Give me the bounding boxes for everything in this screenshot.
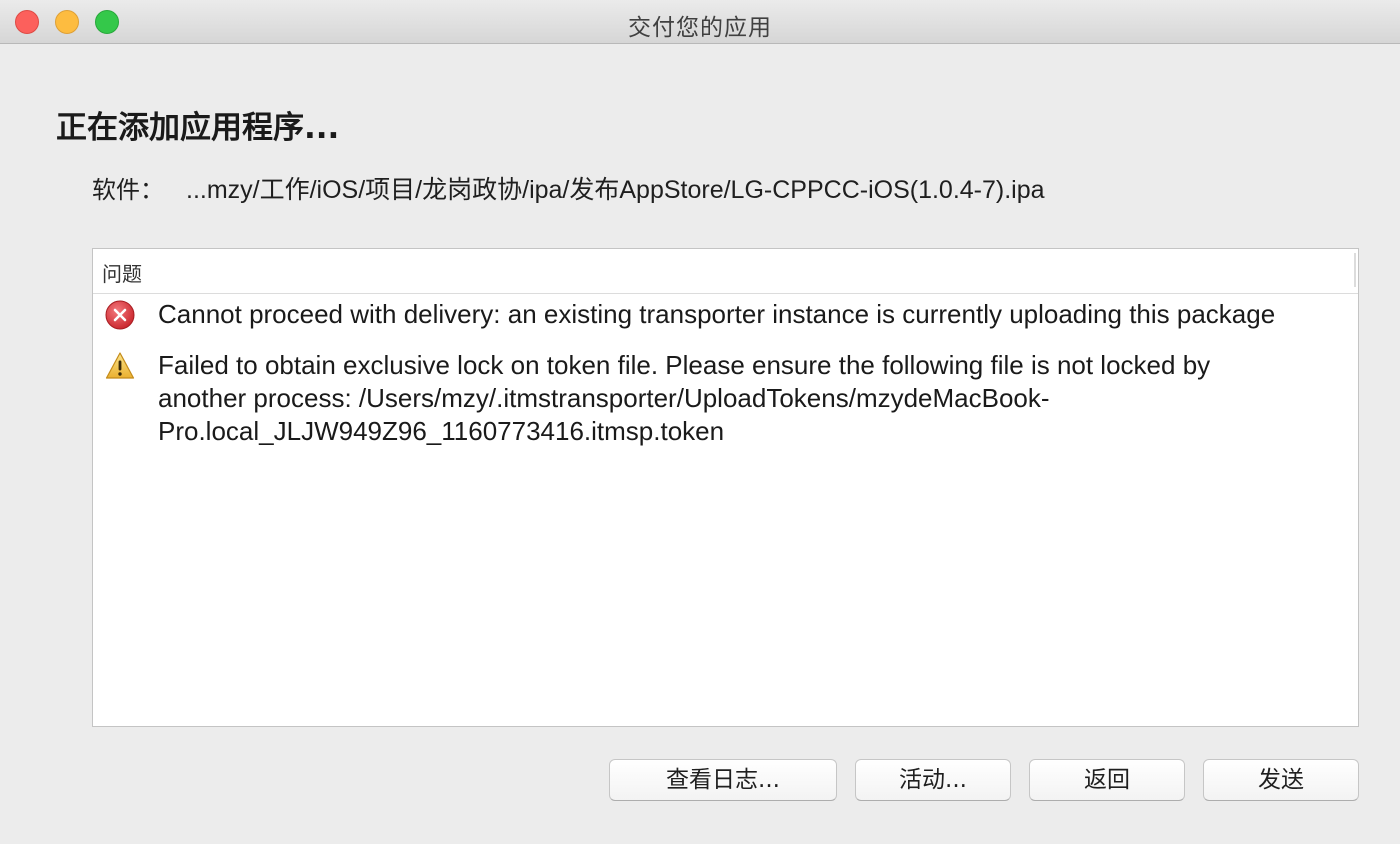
activity-button[interactable]: 活动... bbox=[855, 759, 1011, 801]
software-path: ...mzy/工作/iOS/项目/龙岗政协/ipa/发布AppStore/LG-… bbox=[186, 176, 1045, 204]
send-button[interactable]: 发送 bbox=[1203, 759, 1359, 801]
issues-column-header[interactable]: 问题 bbox=[93, 249, 1358, 294]
title-bar[interactable]: 交付您的应用 bbox=[0, 0, 1400, 44]
column-divider bbox=[1354, 253, 1356, 287]
error-icon bbox=[105, 300, 135, 330]
warning-icon bbox=[105, 352, 135, 379]
issues-column-title: 问题 bbox=[102, 262, 142, 286]
issue-message: Cannot proceed with delivery: an existin… bbox=[158, 299, 1276, 329]
back-button[interactable]: 返回 bbox=[1029, 759, 1185, 801]
page-heading: 正在添加应用程序... bbox=[56, 110, 340, 146]
deliver-app-window: 交付您的应用 正在添加应用程序... 软件： ...mzy/工作/iOS/项目/龙… bbox=[0, 0, 1400, 844]
issue-row-warning[interactable]: Failed to obtain exclusive lock on token… bbox=[93, 347, 1358, 457]
issue-message: Failed to obtain exclusive lock on token… bbox=[158, 350, 1211, 446]
software-label: 软件： bbox=[92, 176, 164, 204]
window-title: 交付您的应用 bbox=[628, 15, 772, 41]
issue-row-error[interactable]: Cannot proceed with delivery: an existin… bbox=[93, 296, 1358, 336]
software-row: 软件： ...mzy/工作/iOS/项目/龙岗政协/ipa/发布AppStore/… bbox=[92, 170, 1045, 206]
view-log-button[interactable]: 查看日志... bbox=[609, 759, 837, 801]
issues-panel[interactable]: 问题 Cannot proceed with delivery: an exis… bbox=[92, 248, 1359, 727]
